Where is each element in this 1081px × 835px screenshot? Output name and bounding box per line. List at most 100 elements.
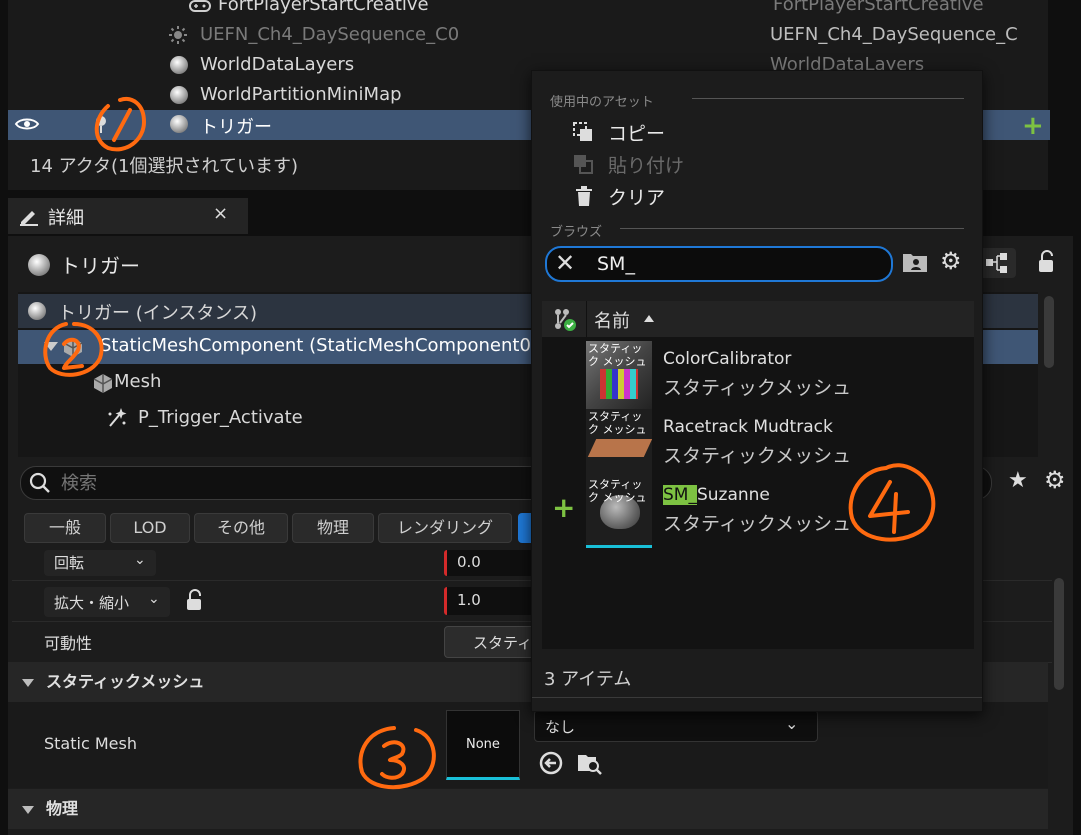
details-scrollbar[interactable] [1054, 578, 1064, 690]
copy-icon [572, 121, 594, 147]
details-tab-label: 詳細 [48, 208, 84, 229]
annotation-4-text: 4 [842, 460, 843, 461]
outliner-row-type: UEFN_Ch4_DaySequence_C [770, 24, 1018, 45]
static-mesh-thumbnail-label: None [466, 737, 500, 752]
section-physics-label: 物理 [46, 799, 79, 818]
add-icon[interactable]: + [552, 491, 575, 524]
chevron-down-icon: ⌄ [134, 552, 146, 568]
asset-name: ColorCalibrator [663, 349, 792, 369]
outliner-row[interactable]: UEFN_Ch4_DaySequence_C0 UEFN_Ch4_DaySequ… [8, 22, 1048, 50]
tree-row-label: StaticMeshComponent (StaticMeshComponent… [100, 335, 538, 356]
search-icon [29, 472, 51, 498]
outliner-row-label: トリガー [200, 117, 272, 138]
section-physics[interactable]: 物理 [8, 789, 1048, 829]
paste-menu-item[interactable]: 貼り付け [562, 149, 942, 177]
annotation-2-text: 2 [36, 318, 37, 319]
browse-header: ブラウズ [550, 225, 603, 240]
outliner-row-type: FortPlayerStartCreative [773, 0, 984, 15]
chevron-down-icon: ⌄ [148, 591, 160, 607]
tree-scrollbar[interactable] [1044, 296, 1054, 368]
trash-icon [574, 185, 594, 211]
settings-gear-icon[interactable]: ⚙ [1044, 466, 1066, 494]
actor-sphere-icon [28, 254, 50, 276]
asset-list-header: 名前 [542, 301, 974, 337]
asset-count: 3 アイテム [544, 669, 632, 690]
divider [532, 697, 982, 698]
use-selected-arrow-icon[interactable] [538, 750, 564, 780]
annotation-2: 2 [36, 318, 104, 377]
column-name-header[interactable]: 名前 [594, 307, 630, 333]
outliner-row-label: WorldDataLayers [200, 54, 355, 75]
scale-dropdown[interactable]: 拡大・縮小 ⌄ [44, 587, 170, 617]
divider [586, 301, 587, 337]
asset-thumbnail: スタティック メッシュ [586, 341, 652, 412]
asset-thumbnail: スタティック メッシュ [586, 477, 652, 548]
folder-user-icon[interactable] [902, 251, 928, 277]
copy-menu-item[interactable]: コピー [562, 117, 942, 145]
clear-menu-item[interactable]: クリア [562, 181, 942, 209]
asset-thumbnail-label: スタティック メッシュ [588, 342, 647, 368]
paste-label: 貼り付け [608, 155, 685, 177]
hierarchy-icon[interactable] [978, 248, 1016, 282]
chevron-down-icon: ⌄ [785, 714, 799, 733]
favorite-star-icon[interactable]: ★ [1008, 468, 1028, 493]
paste-icon [572, 153, 594, 179]
annotation-3-text: 3 [354, 722, 355, 723]
edit-icon [18, 206, 40, 230]
filter-tab-physics[interactable]: 物理 [292, 513, 374, 543]
filter-tab-general[interactable]: 一般 [24, 513, 106, 543]
filter-tab-lod[interactable]: LOD [110, 513, 190, 543]
eye-icon[interactable] [14, 115, 40, 137]
browse-folder-icon[interactable] [576, 750, 604, 780]
asset-item[interactable]: スタティック メッシュ ColorCalibrator スタティックメッシュ [542, 341, 974, 412]
rotation-value-field[interactable]: 0.0 [444, 550, 537, 576]
scale-value-field[interactable]: 1.0 [444, 587, 537, 615]
settings-gear-icon[interactable]: ⚙ [940, 247, 962, 275]
rotation-label: 回転 [54, 554, 85, 572]
gamepad-icon [188, 0, 212, 18]
collapse-caret-icon [22, 678, 34, 687]
asset-picker-popup: 使用中のアセット コピー 貼り付け クリア ブラウズ ✕ ⚙ 名 [531, 70, 983, 712]
asset-type: スタティックメッシュ [663, 445, 852, 467]
filter-tab-misc[interactable]: その他 [194, 513, 288, 543]
lock-icon[interactable] [1036, 250, 1056, 278]
section-static-mesh-label: スタティックメッシュ [46, 672, 205, 691]
tree-row-label: P_Trigger_Activate [138, 407, 303, 428]
annotation-1-text: 1 [86, 94, 87, 95]
particle-icon [104, 406, 128, 434]
clear-label: クリア [608, 187, 666, 209]
rotation-dropdown[interactable]: 回転 ⌄ [44, 550, 156, 576]
outliner-row-label: WorldPartitionMiniMap [200, 84, 402, 105]
outliner-row-label: FortPlayerStartCreative [218, 0, 429, 15]
asset-thumbnail-label: スタティック メッシュ [588, 478, 647, 504]
sun-icon [168, 25, 188, 49]
asset-name-match: SM_ [663, 485, 697, 505]
unlock-icon[interactable] [184, 589, 204, 617]
asset-type: スタティックメッシュ [663, 377, 852, 399]
scale-label: 拡大・縮小 [54, 594, 130, 612]
outliner-row[interactable]: FortPlayerStartCreative FortPlayerStartC… [8, 0, 1048, 20]
mobility-label: 可動性 [44, 634, 93, 653]
filter-status-icon[interactable] [552, 307, 578, 337]
asset-name: SM_Suzanne [663, 485, 770, 505]
actor-sphere-icon [170, 115, 188, 133]
details-search-input[interactable] [59, 469, 463, 497]
asset-type: スタティックメッシュ [663, 513, 852, 535]
close-icon[interactable]: × [213, 203, 228, 224]
collapse-caret-icon [22, 805, 34, 814]
clear-search-icon[interactable]: ✕ [555, 249, 575, 277]
filter-tab-active[interactable] [518, 513, 532, 543]
static-mesh-label: Static Mesh [44, 734, 137, 753]
filter-tab-rendering[interactable]: レンダリング [378, 513, 512, 543]
mobility-value: スタティ [473, 634, 533, 652]
static-mesh-dropdown[interactable]: なし ⌄ [534, 710, 818, 742]
actor-name: トリガー [60, 254, 140, 278]
asset-search-input[interactable] [595, 251, 879, 277]
color-checker-swatch [600, 369, 638, 399]
static-mesh-thumbnail[interactable]: None [446, 710, 520, 780]
details-tab[interactable]: 詳細 × [8, 198, 248, 234]
asset-thumbnail: スタティック メッシュ [586, 409, 652, 480]
asset-search[interactable]: ✕ [545, 246, 893, 282]
rotation-value: 0.0 [457, 553, 481, 571]
add-icon[interactable]: + [1022, 111, 1044, 141]
